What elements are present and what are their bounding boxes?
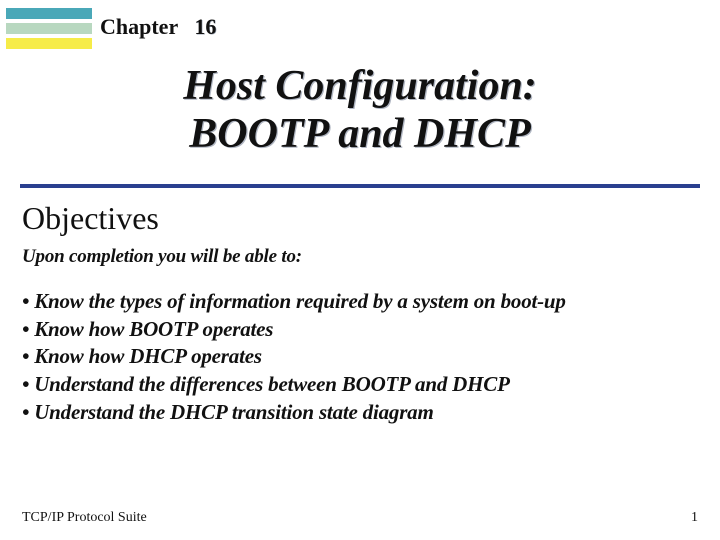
bullet-text: Understand the DHCP transition state dia… <box>34 400 433 424</box>
list-item: • Understand the differences between BOO… <box>22 371 566 399</box>
chapter-label: Chapter <box>100 14 178 39</box>
chapter-label-line: Chapter 16 <box>100 14 216 40</box>
decorative-bars <box>6 8 92 49</box>
objectives-heading: Objectives <box>22 200 159 237</box>
bar-yellow <box>6 38 92 49</box>
bar-cyan <box>6 8 92 19</box>
title-line-1: Host Configuration: <box>0 62 720 110</box>
bullet-text: Know the types of information required b… <box>34 289 566 313</box>
list-item: • Know how BOOTP operates <box>22 316 566 344</box>
title-line-2: BOOTP and DHCP <box>0 110 720 158</box>
bullet-text: Know how DHCP operates <box>34 344 262 368</box>
footer-left: TCP/IP Protocol Suite <box>22 510 147 526</box>
list-item: • Understand the DHCP transition state d… <box>22 399 566 427</box>
footer-page-number: 1 <box>691 510 698 526</box>
objectives-subheading: Upon completion you will be able to: <box>22 246 302 268</box>
bullet-text: Understand the differences between BOOTP… <box>34 372 510 396</box>
slide-title: Host Configuration: BOOTP and DHCP <box>0 62 720 159</box>
divider-line <box>20 184 700 188</box>
list-item: • Know the types of information required… <box>22 288 566 316</box>
objectives-bullets: • Know the types of information required… <box>22 288 566 427</box>
bullet-text: Know how BOOTP operates <box>34 317 273 341</box>
list-item: • Know how DHCP operates <box>22 343 566 371</box>
bar-green <box>6 23 92 34</box>
chapter-number: 16 <box>194 14 216 39</box>
